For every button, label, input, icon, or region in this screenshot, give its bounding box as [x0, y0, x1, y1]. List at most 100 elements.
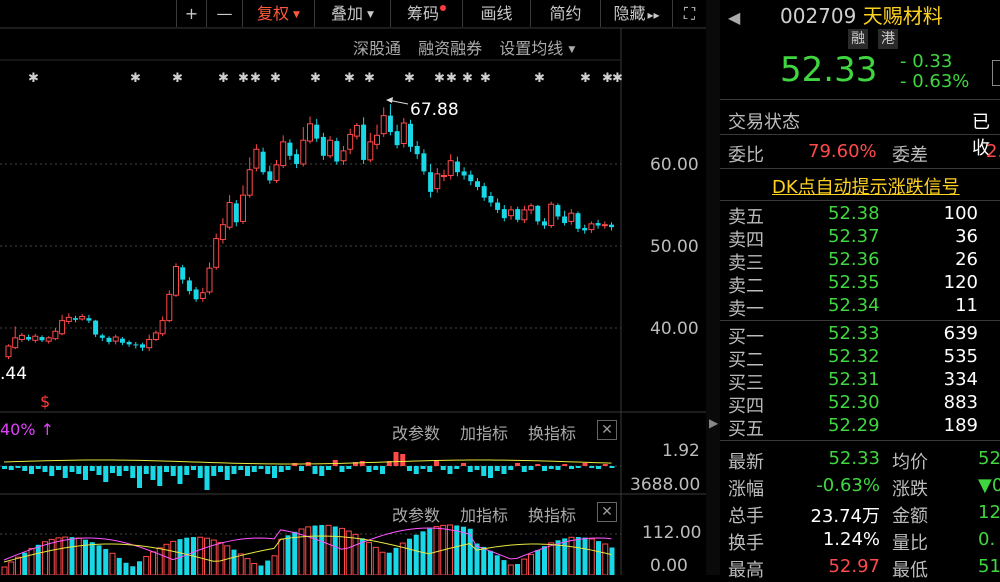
- volume-bar: [454, 525, 460, 575]
- flow-bar: [150, 466, 156, 480]
- volume-bar: [15, 556, 21, 575]
- bid-volume: 189: [943, 415, 978, 436]
- volume-bar: [244, 558, 251, 575]
- candle-body: [146, 338, 153, 349]
- volume-bar: [28, 547, 35, 575]
- candle-body: [601, 224, 608, 227]
- flow-bar: [231, 466, 237, 474]
- event-marker-icon[interactable]: ✱: [344, 71, 355, 86]
- collapse-arrow-icon[interactable]: ▶: [709, 416, 718, 430]
- candle-body: [421, 153, 427, 172]
- event-marker-icon[interactable]: ✱: [270, 71, 281, 86]
- event-marker-icon[interactable]: ✱: [434, 71, 445, 86]
- jiazhibiao-button-2[interactable]: 加指标: [460, 502, 508, 526]
- event-marker-icon[interactable]: ✱: [364, 71, 375, 86]
- volume-bar: [575, 537, 581, 575]
- candle-body: [193, 289, 199, 300]
- flow-bar: [467, 466, 473, 472]
- event-marker-icon[interactable]: ✱: [446, 71, 457, 86]
- gaicanshu-button-2[interactable]: 改参数: [392, 502, 440, 526]
- event-marker-icon[interactable]: ✱: [480, 71, 491, 86]
- flow-bar: [488, 466, 493, 478]
- rong-tag: 融: [848, 29, 868, 49]
- event-marker-icon[interactable]: ✱: [28, 71, 39, 86]
- event-marker-icon[interactable]: ✱: [130, 71, 141, 86]
- candle-body: [441, 174, 447, 177]
- volume-bar: [305, 526, 312, 575]
- stat-value: 52.33: [828, 448, 880, 469]
- candle-body: [367, 141, 374, 161]
- weicha-value: 2.: [986, 141, 1000, 162]
- event-marker-icon[interactable]: ✱: [612, 71, 623, 86]
- event-marker-icon[interactable]: ✱: [462, 71, 473, 86]
- candle-body: [314, 124, 320, 139]
- volume-bar: [488, 550, 493, 575]
- event-marker-icon[interactable]: ✱: [310, 71, 321, 86]
- gaicanshu-button[interactable]: 改参数: [392, 420, 440, 444]
- ask-label: 卖一: [728, 299, 764, 320]
- dk-signal-link[interactable]: DK点自动提示涨跌信号: [772, 173, 960, 199]
- flow-bar: [312, 466, 318, 474]
- candle-body: [588, 223, 595, 231]
- signal-s-marker[interactable]: $: [40, 392, 50, 411]
- stat-value: 52.97: [828, 556, 880, 577]
- bid-price: 52.31: [828, 369, 880, 390]
- weibi-value: 79.60%: [808, 141, 877, 162]
- huanzhibiao-button[interactable]: 换指标: [528, 420, 576, 444]
- volume-bar: [596, 541, 601, 575]
- side-toggle-icon[interactable]: [992, 60, 1000, 86]
- volume-bar: [501, 560, 507, 575]
- flow-bar: [359, 461, 365, 466]
- flow-bar: [116, 466, 122, 476]
- back-arrow-icon[interactable]: ◀: [728, 8, 740, 27]
- kline-chart-area[interactable]: + — 复权 ▼ 叠加 ▼ 筹码 画线 简约 隐藏 ▸▸ ⛶ 深股通 融资融券 设置均…: [0, 0, 706, 576]
- candle-body: [39, 337, 45, 341]
- event-marker-icon[interactable]: ✱: [218, 71, 229, 86]
- flow-bar: [366, 466, 372, 472]
- event-marker-icon[interactable]: ✱: [534, 71, 545, 86]
- event-marker-icon[interactable]: ✱: [250, 71, 261, 86]
- event-marker-icon[interactable]: ✱: [238, 71, 249, 86]
- candlesticks: [5, 104, 614, 360]
- candle-body: [468, 174, 474, 182]
- flow-bar: [35, 466, 41, 469]
- candle-body: [86, 318, 92, 321]
- huanzhibiao-button-2[interactable]: 换指标: [528, 502, 576, 526]
- volume-bar: [116, 557, 122, 575]
- volume-bar: [251, 563, 258, 575]
- stock-code: 002709: [780, 4, 857, 28]
- candle-body: [287, 142, 293, 156]
- bid-price: 52.30: [828, 392, 880, 413]
- ask-price: 52.35: [828, 272, 880, 293]
- candle-body: [447, 160, 454, 176]
- flow-bar: [413, 466, 419, 474]
- volume-bar: [184, 537, 190, 575]
- ask-price: 52.37: [828, 226, 880, 247]
- flow-bar: [521, 466, 527, 472]
- event-marker-icon[interactable]: ✱: [172, 71, 183, 86]
- stat-label: 金额: [892, 506, 928, 527]
- candle-body: [501, 209, 507, 219]
- ask-row: 卖四 52.37 36: [720, 226, 1000, 251]
- candle-body: [65, 316, 72, 322]
- stat-label: 涨幅: [728, 479, 764, 500]
- flow-bar: [143, 466, 149, 474]
- jiazhibiao-button[interactable]: 加指标: [460, 420, 508, 444]
- volume-bar: [204, 537, 210, 575]
- close-panel-icon[interactable]: ✕: [597, 420, 617, 440]
- event-marker-icon[interactable]: ✱: [404, 71, 415, 86]
- volume-bar: [224, 545, 231, 575]
- candle-body: [199, 292, 206, 299]
- flow-bar: [42, 466, 48, 472]
- event-marker-icon[interactable]: ✱: [580, 71, 591, 86]
- flow-bar: [2, 466, 7, 469]
- candle-body: [521, 209, 528, 221]
- close-panel-icon-2[interactable]: ✕: [597, 502, 617, 522]
- flow-bar: [15, 466, 21, 468]
- flow-bar: [494, 466, 500, 471]
- bid-price: 52.32: [828, 346, 880, 367]
- ask-row: 卖三 52.36 26: [720, 249, 1000, 274]
- panel-divider[interactable]: ▶: [706, 0, 720, 575]
- flow-bar: [292, 463, 298, 466]
- event-markers[interactable]: ✱ ✱ ✱ ✱ ✱ ✱ ✱ ✱ ✱ ✱ ✱ ✱ ✱ ✱ ✱ ✱ ✱ ✱ ✱: [28, 71, 623, 86]
